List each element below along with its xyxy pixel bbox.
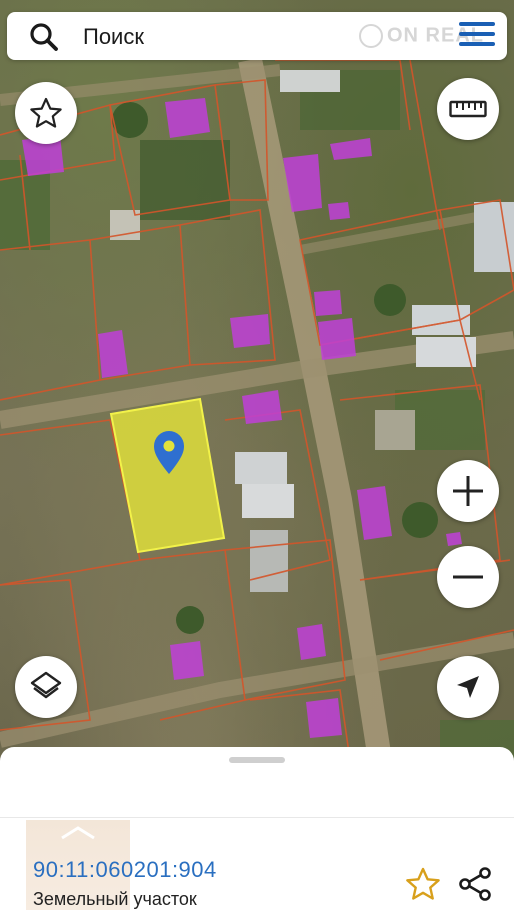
cadastral-number[interactable]: 90:11:060201:904 bbox=[33, 857, 217, 883]
menu-icon[interactable] bbox=[459, 22, 495, 50]
search-bar[interactable]: Поиск ON REAL bbox=[7, 12, 507, 60]
favorite-star-icon[interactable] bbox=[405, 867, 441, 901]
layers-button[interactable] bbox=[15, 656, 77, 718]
minus-icon bbox=[453, 575, 483, 579]
zoom-in-button[interactable] bbox=[437, 460, 499, 522]
locate-button[interactable] bbox=[437, 656, 499, 718]
favorite-button[interactable] bbox=[15, 82, 77, 144]
share-icon[interactable] bbox=[456, 865, 494, 903]
sheet-grabber[interactable] bbox=[229, 757, 285, 763]
navigation-arrow-icon bbox=[457, 676, 479, 698]
plus-icon bbox=[453, 476, 483, 506]
star-outline-icon bbox=[30, 97, 62, 128]
layers-icon bbox=[30, 671, 62, 699]
parcel-info-sheet[interactable]: 90:11:060201:904 Земельный участок bbox=[0, 747, 514, 910]
search-input[interactable]: Поиск bbox=[83, 24, 144, 50]
selected-parcel bbox=[109, 397, 226, 554]
ruler-icon bbox=[449, 100, 487, 118]
zoom-out-button[interactable] bbox=[437, 546, 499, 608]
divider bbox=[0, 817, 514, 818]
watermark-logo-icon bbox=[359, 24, 383, 48]
search-icon[interactable] bbox=[29, 22, 59, 52]
parcel-type: Земельный участок bbox=[33, 889, 197, 909]
ruler-button[interactable] bbox=[437, 78, 499, 140]
